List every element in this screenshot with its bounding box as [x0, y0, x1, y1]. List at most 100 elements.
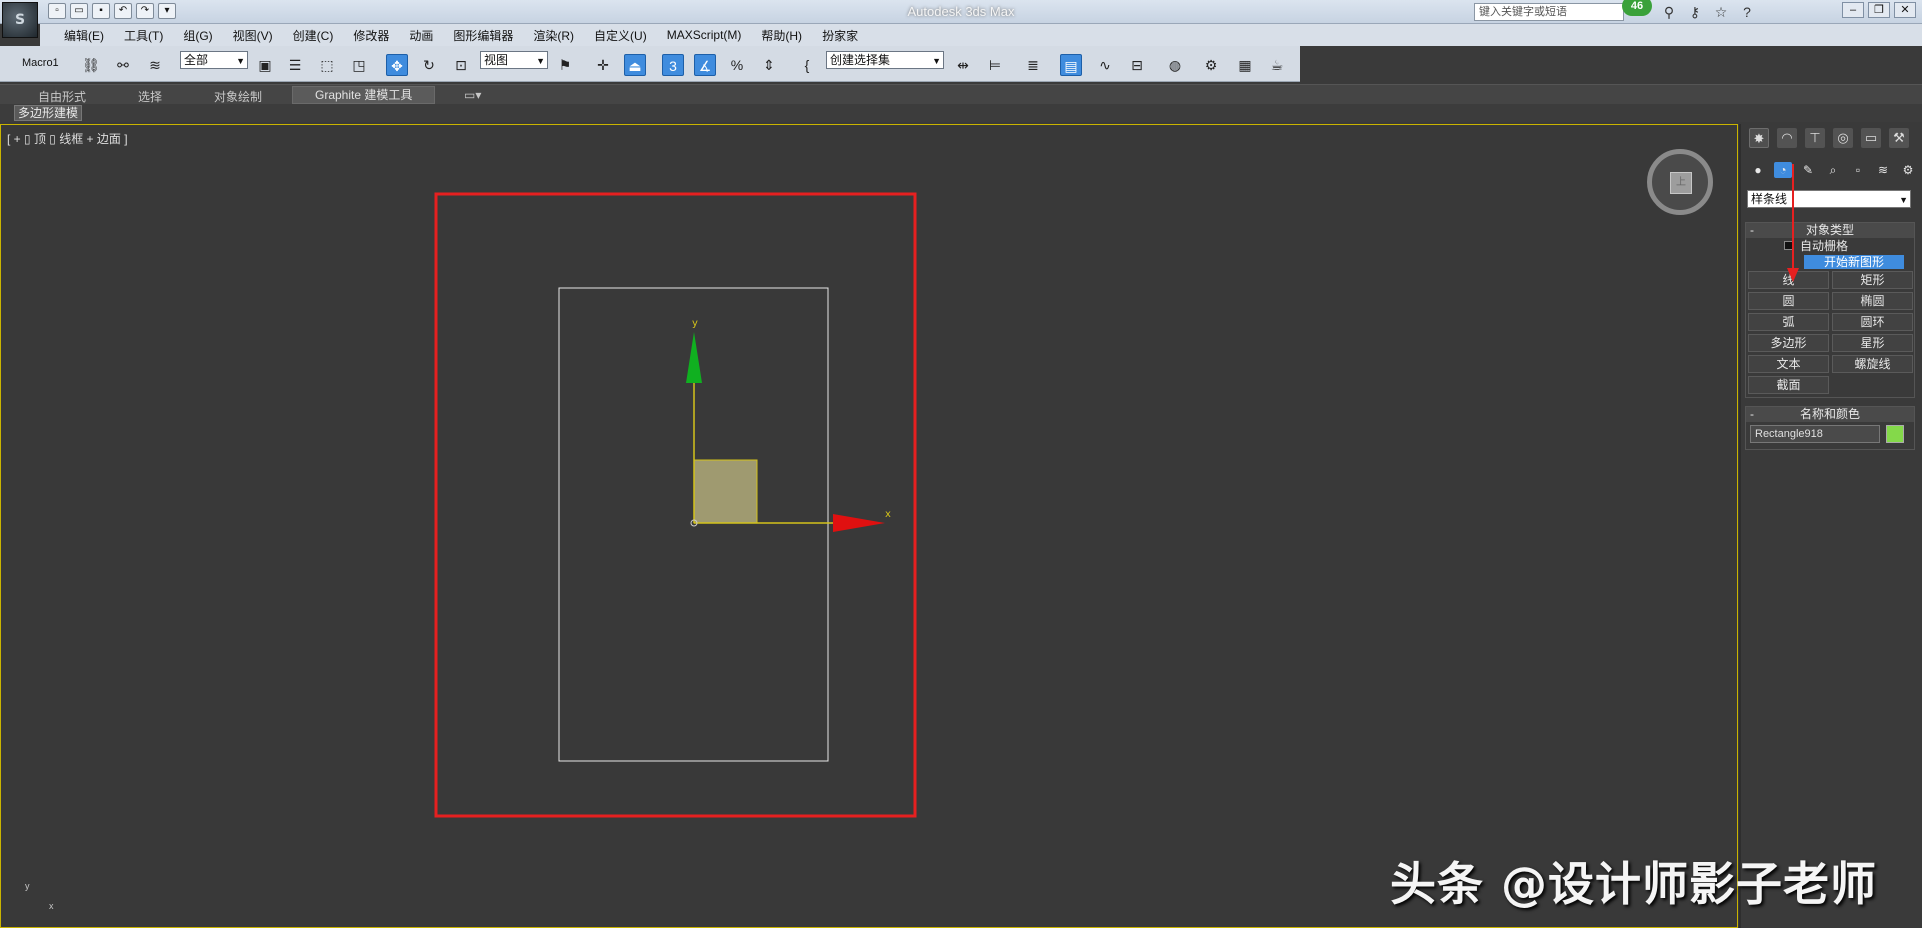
key-icon[interactable]: ⚷ [1686, 3, 1704, 21]
star-button[interactable]: 星形 [1832, 334, 1913, 352]
minimize-icon[interactable]: – [1842, 2, 1864, 18]
donut-button[interactable]: 圆环 [1832, 313, 1913, 331]
keyboard-shortcut-override-icon[interactable]: ⏏ [624, 54, 646, 76]
pivot-center-icon[interactable]: ⚑ [554, 54, 576, 76]
systems-icon[interactable]: ⚙ [1899, 162, 1917, 178]
edit-named-selection-icon[interactable]: { [796, 54, 818, 76]
close-icon[interactable]: ✕ [1894, 2, 1916, 18]
polygon-modeling-panel[interactable]: 多边形建模 [14, 105, 83, 121]
menu-maxscript[interactable]: MAXScript(M) [657, 28, 752, 42]
shape-category-dropdown[interactable]: 样条线 [1747, 190, 1911, 208]
render-setup-icon[interactable]: ⚙ [1200, 54, 1222, 76]
bind-space-warp-icon[interactable]: ≋ [144, 54, 166, 76]
name-color-rollout: - 名称和颜色 Rectangle918 [1745, 406, 1915, 450]
toggle-ribbon-icon[interactable]: ▤ [1060, 54, 1082, 76]
search-input[interactable]: 键入关键字或短语 [1474, 3, 1624, 21]
tab-graphite-modeling[interactable]: Graphite 建模工具 [292, 86, 436, 104]
select-by-name-icon[interactable]: ☰ [284, 54, 306, 76]
transform-gizmo-plane[interactable] [693, 459, 758, 524]
menu-rendering[interactable]: 渲染(R) [523, 27, 584, 44]
curve-editor-icon[interactable]: ∿ [1094, 54, 1116, 76]
gizmo-x-arrow[interactable] [833, 514, 885, 532]
text-button[interactable]: 文本 [1748, 355, 1829, 373]
geometry-icon[interactable]: ● [1749, 162, 1767, 178]
schematic-view-icon[interactable]: ⊟ [1126, 54, 1148, 76]
material-editor-icon[interactable]: ◍ [1164, 54, 1186, 76]
helpers-icon[interactable]: ▫ [1849, 162, 1867, 178]
named-selection-set-dropdown[interactable]: 创建选择集 [826, 51, 944, 69]
rectangular-selection-icon[interactable]: ⬚ [316, 54, 338, 76]
snaps-toggle-icon[interactable]: 3 [662, 54, 684, 76]
menu-group[interactable]: 组(G) [173, 27, 222, 44]
select-rotate-icon[interactable]: ↻ [418, 54, 440, 76]
ngon-button[interactable]: 多边形 [1748, 334, 1829, 352]
corner-axis-tripod: y x [25, 881, 54, 911]
macro-label[interactable]: Macro1 [22, 57, 59, 81]
reference-coordinate-dropdown[interactable]: 视图 [480, 51, 548, 69]
menu-help[interactable]: 帮助(H) [751, 27, 812, 44]
notification-badge[interactable]: 46 [1622, 0, 1652, 16]
star-icon[interactable]: ☆ [1712, 3, 1730, 21]
window-crossing-icon[interactable]: ◳ [348, 54, 370, 76]
object-color-swatch[interactable] [1886, 425, 1904, 443]
modify-tab-icon[interactable]: ◠ [1777, 128, 1797, 148]
unlink-icon[interactable]: ⚯ [112, 54, 134, 76]
angle-snap-icon[interactable]: ∡ [694, 54, 716, 76]
auto-grid-checkbox[interactable]: 自动栅格 [1746, 238, 1914, 254]
menu-create[interactable]: 创建(C) [283, 27, 344, 44]
space-warps-icon[interactable]: ≋ [1874, 162, 1892, 178]
spinner-snap-icon[interactable]: ⇕ [758, 54, 780, 76]
display-tab-icon[interactable]: ▭ [1861, 128, 1881, 148]
tab-freeform[interactable]: 自由形式 [38, 88, 86, 105]
app-logo[interactable]: S [2, 2, 38, 38]
rendered-frame-window-icon[interactable]: ▦ [1234, 54, 1256, 76]
menu-modifiers[interactable]: 修改器 [343, 27, 399, 44]
gizmo-y-arrow[interactable] [686, 332, 702, 383]
layer-manager-icon[interactable]: ≣ [1022, 54, 1044, 76]
menu-animation[interactable]: 动画 [399, 27, 443, 44]
ellipse-button[interactable]: 椭圆 [1832, 292, 1913, 310]
object-type-header[interactable]: - 对象类型 [1746, 223, 1914, 238]
align-icon[interactable]: ⊨ [984, 54, 1006, 76]
object-name-input[interactable]: Rectangle918 [1750, 425, 1880, 443]
title-bar: ▫ ▭ ▪ ↶ ↷ ▾ Autodesk 3ds Max 键入关键字或短语 46… [0, 0, 1922, 24]
tab-selection[interactable]: 选择 [138, 88, 162, 105]
select-move-icon[interactable]: ✥ [386, 54, 408, 76]
menu-banjiajia[interactable]: 扮家家 [812, 27, 868, 44]
name-color-header[interactable]: - 名称和颜色 [1746, 407, 1914, 422]
viewport-canvas[interactable]: y x [1, 125, 1737, 927]
helix-button[interactable]: 螺旋线 [1832, 355, 1913, 373]
select-scale-icon[interactable]: ⊡ [450, 54, 472, 76]
ribbon-options-icon[interactable]: ▭▾ [464, 88, 481, 102]
create-tab-icon[interactable]: ✸ [1749, 128, 1769, 148]
selection-filter-dropdown[interactable]: 全部 [180, 51, 248, 69]
link-icon[interactable]: ⛓ [80, 54, 102, 76]
mirror-icon[interactable]: ⇹ [952, 54, 974, 76]
restore-icon[interactable]: ❐ [1868, 2, 1890, 18]
hierarchy-tab-icon[interactable]: ⊤ [1805, 128, 1825, 148]
tab-object-paint[interactable]: 对象绘制 [214, 88, 262, 105]
ribbon-tabs: 自由形式 选择 对象绘制 Graphite 建模工具 ▭▾ [0, 84, 1922, 104]
binoculars-icon[interactable]: ⚲ [1660, 3, 1678, 21]
arc-button[interactable]: 弧 [1748, 313, 1829, 331]
utilities-tab-icon[interactable]: ⚒ [1889, 128, 1909, 148]
start-new-shape-toggle[interactable]: 开始新图形 [1804, 255, 1904, 269]
viewcube-face[interactable]: 上 [1670, 172, 1692, 194]
select-object-icon[interactable]: ▣ [254, 54, 276, 76]
motion-tab-icon[interactable]: ◎ [1833, 128, 1853, 148]
menu-customize[interactable]: 自定义(U) [584, 27, 657, 44]
menu-graph-editors[interactable]: 图形编辑器 [443, 27, 523, 44]
top-viewport[interactable]: [ + ▯ 顶 ▯ 线框 + 边面 ] y x 上 y x [0, 124, 1738, 928]
viewcube[interactable]: 上 [1647, 149, 1713, 215]
menu-views[interactable]: 视图(V) [223, 27, 283, 44]
render-production-icon[interactable]: ☕ [1266, 54, 1288, 76]
circle-button[interactable]: 圆 [1748, 292, 1829, 310]
section-button[interactable]: 截面 [1748, 376, 1829, 394]
select-manipulate-icon[interactable]: ✛ [592, 54, 614, 76]
help-icon[interactable]: ? [1738, 3, 1756, 21]
menu-tools[interactable]: 工具(T) [114, 27, 173, 44]
rectangle-button[interactable]: 矩形 [1832, 271, 1913, 289]
cameras-icon[interactable]: ⌕ [1824, 162, 1842, 178]
percent-snap-icon[interactable]: % [726, 54, 748, 76]
menu-edit[interactable]: 编辑(E) [54, 27, 114, 44]
